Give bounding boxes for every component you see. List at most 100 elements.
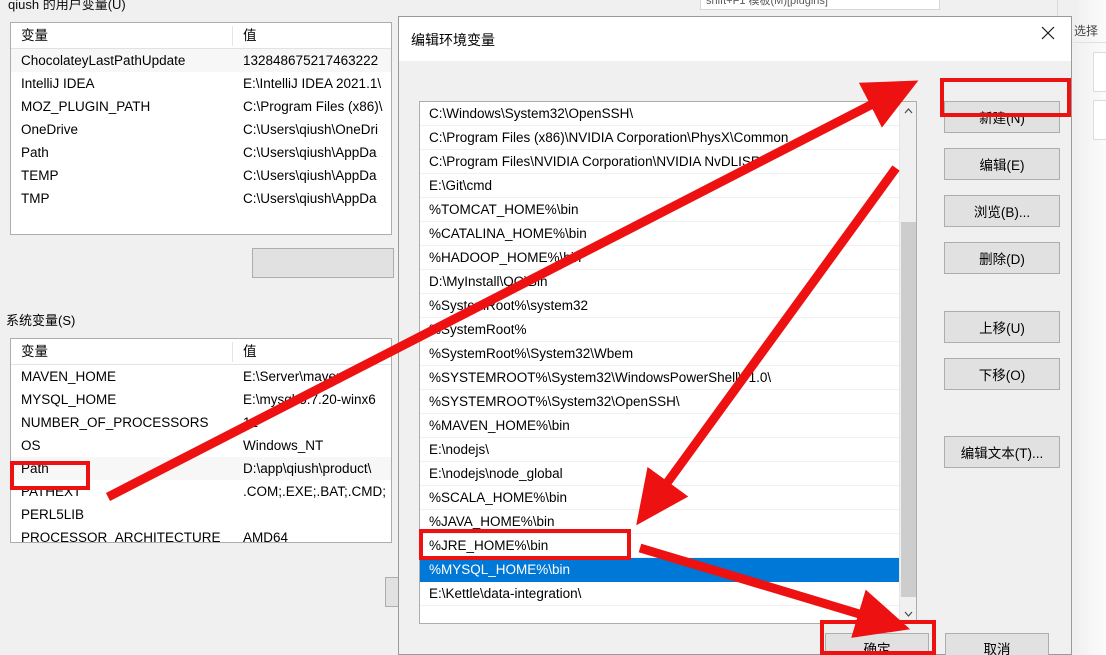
variable-value-cell: C:\Program Files (x86)\ <box>243 99 383 114</box>
path-list-scroll-thumb[interactable] <box>901 222 916 597</box>
path-entry-selected[interactable]: %MYSQL_HOME%\bin <box>420 558 899 582</box>
user-variables-table[interactable]: 变量 值 ChocolateyLastPathUpdate 13284867521… <box>10 22 392 235</box>
path-entry[interactable]: %SYSTEMROOT%\System32\OpenSSH\ <box>420 390 899 414</box>
variable-name-cell: TMP <box>21 191 50 206</box>
variable-name-cell: OS <box>21 438 41 453</box>
variable-value-cell: C:\Users\qiush\AppDa <box>243 145 377 160</box>
ok-button[interactable]: 确定 <box>825 633 929 655</box>
path-entries-list[interactable]: C:\Windows\System32\OpenSSH\ C:\Program F… <box>419 101 917 624</box>
variable-name-cell: MAVEN_HOME <box>21 369 117 384</box>
path-entry[interactable]: %SCALA_HOME%\bin <box>420 486 899 510</box>
path-list-scrollbar[interactable] <box>899 102 916 623</box>
browse-button[interactable]: 浏览(B)... <box>944 195 1060 227</box>
path-entry[interactable]: %HADOOP_HOME%\bin <box>420 246 899 270</box>
delete-button[interactable]: 删除(D) <box>944 242 1060 274</box>
path-entry[interactable]: E:\nodejs\ <box>420 438 899 462</box>
variable-value-cell: 132848675217463222 <box>243 53 379 68</box>
dialog-title: 编辑环境变量 <box>411 32 495 48</box>
table-row[interactable]: MYSQL_HOME E:\mysql-5.7.20-winx6 <box>11 388 391 411</box>
table-row[interactable]: IntelliJ IDEA E:\IntelliJ IDEA 2021.1\ <box>11 72 391 95</box>
variable-name-cell: OneDrive <box>21 122 79 137</box>
edit-button[interactable]: 编辑(E) <box>944 148 1060 180</box>
column-header-value[interactable]: 值 <box>233 342 391 362</box>
table-row[interactable]: Path C:\Users\qiush\AppDa <box>11 141 391 164</box>
path-entry[interactable]: E:\Git\cmd <box>420 174 899 198</box>
chevron-up-icon[interactable] <box>900 102 916 120</box>
variable-name-cell: Path <box>21 461 49 476</box>
variable-value-cell: 12 <box>243 415 259 430</box>
path-entry[interactable]: %SystemRoot%\system32 <box>420 294 899 318</box>
chevron-down-icon[interactable] <box>900 605 916 623</box>
table-row[interactable]: PATHEXT .COM;.EXE;.BAT;.CMD; <box>11 480 391 503</box>
table-row[interactable]: OS Windows_NT <box>11 434 391 457</box>
system-variables-header: 变量 值 <box>11 339 391 365</box>
path-entry[interactable]: D:\MyInstall\QQ\Bin <box>420 270 899 294</box>
column-header-name[interactable]: 变量 <box>11 341 233 362</box>
move-down-button[interactable]: 下移(O) <box>944 358 1060 390</box>
variable-value-cell: C:\Users\qiush\AppDa <box>243 191 377 206</box>
table-row[interactable]: NUMBER_OF_PROCESSORS 12 <box>11 411 391 434</box>
new-button[interactable]: 新建(N) <box>944 101 1060 133</box>
variable-value-cell: D:\app\qiush\product\ <box>243 461 372 476</box>
table-row[interactable]: TMP C:\Users\qiush\AppDa <box>11 187 391 210</box>
variable-name-cell: NUMBER_OF_PROCESSORS <box>21 415 209 430</box>
right-panel-tool-2[interactable] <box>1093 100 1106 140</box>
path-entry[interactable]: %SystemRoot% <box>420 318 899 342</box>
table-row[interactable]: PERL5LIB <box>11 503 391 526</box>
path-entry[interactable]: E:\Kettle\data-integration\ <box>420 582 899 606</box>
variable-value-cell: AMD64 <box>243 530 289 543</box>
variable-value-cell: E:\Server\maven <box>243 369 344 384</box>
screen-root: qiush 的用户变量(U) 变量 值 ChocolateyLastPathUp… <box>0 0 1106 655</box>
path-entry[interactable]: E:\nodejs\node_global <box>420 462 899 486</box>
edit-environment-variable-dialog: 编辑环境变量 C:\Windows\System32\OpenSSH\ C:\Pr… <box>398 16 1072 655</box>
user-vars-action-button-partial[interactable] <box>252 248 394 278</box>
cancel-button[interactable]: 取消 <box>945 633 1049 655</box>
right-side-panel-bg <box>1073 0 1106 655</box>
right-panel-select-label: 选择 <box>1074 24 1099 38</box>
variable-value-cell: C:\Users\qiush\OneDri <box>243 122 379 137</box>
move-up-button[interactable]: 上移(U) <box>944 311 1060 343</box>
table-row[interactable]: MAVEN_HOME E:\Server\maven <box>11 365 391 388</box>
path-entry[interactable]: %JRE_HOME%\bin <box>420 534 899 558</box>
variable-name-cell: Path <box>21 145 49 160</box>
path-entry[interactable]: C:\Program Files\NVIDIA Corporation\NVID… <box>420 150 899 174</box>
path-entry[interactable]: %SystemRoot%\System32\Wbem <box>420 342 899 366</box>
system-variables-table[interactable]: 变量 值 MAVEN_HOME E:\Server\maven MYSQL_HOME… <box>10 338 392 543</box>
variable-name-cell: ChocolateyLastPathUpdate <box>21 53 186 68</box>
path-entry[interactable]: %CATALINA_HOME%\bin <box>420 222 899 246</box>
right-side-panel: 选择 <box>1073 0 1106 655</box>
table-row[interactable]: OneDrive C:\Users\qiush\OneDri <box>11 118 391 141</box>
close-icon[interactable] <box>1025 17 1071 49</box>
edit-text-button[interactable]: 编辑文本(T)... <box>944 436 1060 468</box>
variable-name-cell: IntelliJ IDEA <box>21 76 95 91</box>
dialog-body: C:\Windows\System32\OpenSSH\ C:\Program F… <box>399 61 1071 655</box>
table-row[interactable]: MOZ_PLUGIN_PATH C:\Program Files (x86)\ <box>11 95 391 118</box>
variable-name-cell: PERL5LIB <box>21 507 85 522</box>
column-header-name[interactable]: 变量 <box>11 25 233 46</box>
variable-value-cell: Windows_NT <box>243 438 324 453</box>
column-header-value[interactable]: 值 <box>233 26 391 46</box>
variable-value-cell: .COM;.EXE;.BAT;.CMD; <box>243 484 387 499</box>
path-entry[interactable]: %TOMCAT_HOME%\bin <box>420 198 899 222</box>
table-row[interactable]: Path D:\app\qiush\product\ <box>11 457 391 480</box>
background-toolbar-text: shift+F1 模板(M)[plugins] <box>706 0 828 7</box>
variable-value-cell: E:\mysql-5.7.20-winx6 <box>243 392 376 407</box>
variable-name-cell: PROCESSOR_ARCHITECTURE <box>21 530 221 543</box>
variable-value-cell: E:\IntelliJ IDEA 2021.1\ <box>243 76 382 91</box>
table-row[interactable]: TEMP C:\Users\qiush\AppDa <box>11 164 391 187</box>
table-row[interactable]: ChocolateyLastPathUpdate 1328486752174632… <box>11 49 391 72</box>
user-variables-label: qiush 的用户变量(U) <box>8 0 126 12</box>
path-entry[interactable]: %SYSTEMROOT%\System32\WindowsPowerShell\… <box>420 366 899 390</box>
right-panel-divider <box>1073 42 1106 43</box>
right-panel-tool-1[interactable] <box>1093 52 1106 92</box>
variable-name-cell: MYSQL_HOME <box>21 392 117 407</box>
path-entry[interactable]: %MAVEN_HOME%\bin <box>420 414 899 438</box>
path-entry[interactable]: C:\Windows\System32\OpenSSH\ <box>420 102 899 126</box>
path-entry[interactable]: C:\Program Files (x86)\NVIDIA Corporatio… <box>420 126 899 150</box>
table-row[interactable]: PROCESSOR_ARCHITECTURE AMD64 <box>11 526 391 543</box>
variable-name-cell: PATHEXT <box>21 484 82 499</box>
system-variables-label: 系统变量(S) <box>6 313 76 328</box>
variable-value-cell: C:\Users\qiush\AppDa <box>243 168 377 183</box>
variable-name-cell: MOZ_PLUGIN_PATH <box>21 99 151 114</box>
path-entry[interactable]: %JAVA_HOME%\bin <box>420 510 899 534</box>
